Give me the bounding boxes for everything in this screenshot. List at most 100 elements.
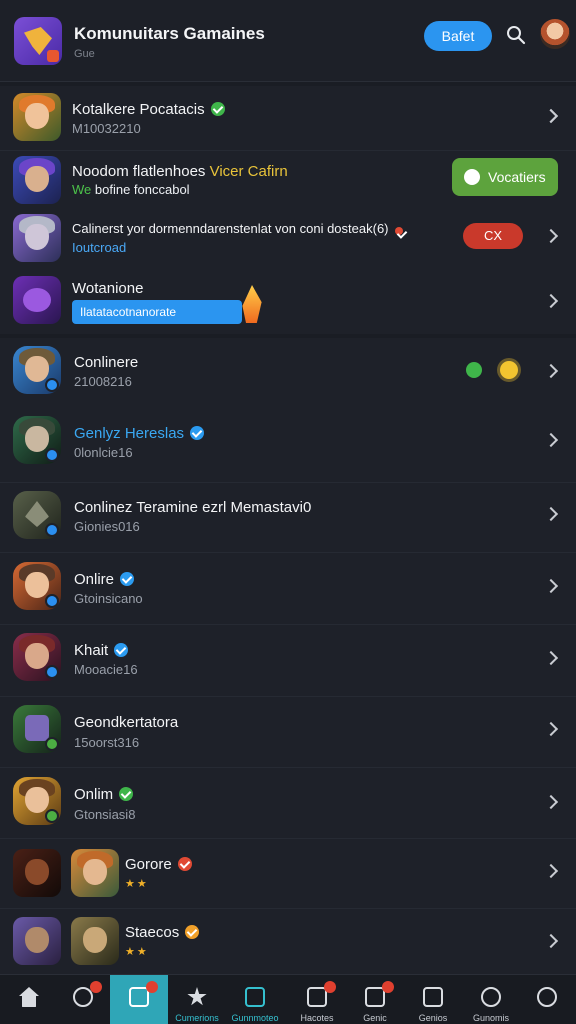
rating-stars: ★★: [125, 878, 149, 890]
list-item[interactable]: Conlinere 21008216: [0, 338, 576, 408]
nav-profile[interactable]: [518, 975, 576, 1024]
chevron-right-icon[interactable]: [543, 721, 559, 737]
nav-hacotes[interactable]: Hacotes: [288, 975, 346, 1024]
game-thumbnail: [13, 849, 61, 897]
nav-activity[interactable]: [54, 975, 112, 1024]
game-thumbnail: [13, 276, 61, 324]
game-thumbnail: [13, 346, 61, 394]
item-subtitle: Gionies016: [74, 519, 140, 534]
home-icon: [19, 987, 39, 1007]
game-thumbnail: [13, 491, 61, 539]
item-title: Staecos: [125, 924, 180, 941]
list-item[interactable]: Conlinez Teramine ezrl Memastavi0 Gionie…: [0, 482, 576, 550]
chevron-right-icon[interactable]: [543, 432, 559, 448]
status-icon: [177, 857, 192, 871]
game-thumbnail: [13, 93, 61, 141]
item-title: Conlinez Teramine ezrl Memastavi0: [74, 499, 312, 516]
list-item[interactable]: Onlire Gtoinsicano: [0, 552, 576, 622]
chevron-right-icon[interactable]: [543, 794, 559, 810]
clock-icon: [464, 169, 480, 185]
item-title: Calinerst yor dormenndarenstenlat von co…: [72, 221, 389, 236]
game-thumbnail: [13, 416, 61, 464]
nav-genios[interactable]: Genios: [404, 975, 462, 1024]
chart-icon: [245, 987, 265, 1007]
item-title: Kotalkere Pocatacis: [72, 101, 205, 118]
verified-icon: [190, 426, 205, 440]
verified-icon: [114, 643, 129, 657]
item-subtitle: M10032210: [72, 121, 141, 136]
game-thumbnail: [13, 156, 61, 204]
user-icon: [537, 987, 557, 1007]
notification-badge: [324, 981, 336, 993]
item-title: Wotanione: [72, 280, 144, 297]
alert-icon: [394, 227, 403, 235]
sun-icon: [500, 361, 518, 379]
button-label: Vocatiers: [488, 169, 546, 185]
chevron-right-icon[interactable]: [543, 578, 559, 594]
item-title: Gorore: [125, 856, 172, 873]
game-thumbnail: [13, 917, 61, 965]
status-online-icon: [466, 362, 482, 378]
page-subtitle: Gue: [74, 48, 95, 60]
star-icon: [187, 987, 207, 1006]
verified-icon: [120, 572, 135, 586]
notification-badge: [146, 981, 158, 993]
avatar[interactable]: [540, 19, 570, 49]
chevron-right-icon[interactable]: [543, 863, 559, 879]
chevron-right-icon[interactable]: [543, 363, 559, 379]
nav-cumerions[interactable]: Cumerions: [168, 975, 226, 1024]
item-title: Onlire: [74, 571, 115, 588]
game-thumbnail: [13, 777, 61, 825]
game-thumbnail: [13, 633, 61, 681]
item-subtitle: Gtoinsicano: [74, 591, 143, 606]
bottom-navigation: Cumerions Gunnmoteo Hacotes Genic Genios…: [0, 974, 576, 1024]
list-item[interactable]: Kotalkere Pocatacis M10032210: [0, 88, 576, 148]
search-icon[interactable]: [506, 25, 526, 45]
game-thumbnail: [13, 214, 61, 262]
item-title: Genlyz Hereslas: [74, 425, 185, 442]
info-pill[interactable]: Ilatatacotnanorate: [72, 300, 242, 324]
game-thumbnail: [71, 917, 119, 965]
item-subtitle: 21008216: [74, 374, 132, 389]
nav-gunomis[interactable]: Gunomis: [462, 975, 520, 1024]
list-item[interactable]: Onlim Gtonsiasi8: [0, 767, 576, 837]
nav-games[interactable]: [110, 975, 168, 1024]
nav-gunnmoteo[interactable]: Gunnmoteo: [226, 975, 284, 1024]
item-subtitle: Mooacie16: [74, 662, 138, 677]
chevron-right-icon[interactable]: [543, 506, 559, 522]
game-thumbnail: [71, 849, 119, 897]
item-title: Onlim: [74, 786, 114, 803]
game-thumbnail: [13, 705, 61, 753]
notification-badge: [90, 981, 102, 993]
cx-button[interactable]: CX: [463, 223, 523, 249]
item-subtitle: bofine fonccabol: [94, 182, 190, 197]
game-thumbnail: [13, 562, 61, 610]
dashboard-icon: [481, 987, 501, 1007]
header-action-button[interactable]: Bafet: [424, 21, 492, 51]
list-item[interactable]: Geondkertatora 15oorst316: [0, 696, 576, 766]
notification-badge: [382, 981, 394, 993]
item-subtitle: 0lonlcie16: [74, 445, 133, 460]
app-header: Komunuitars Gamaines Gue Bafet: [0, 0, 576, 82]
chevron-right-icon[interactable]: [543, 650, 559, 666]
nav-home[interactable]: [0, 975, 58, 1024]
verified-icon: [119, 787, 134, 801]
nav-genic[interactable]: Genic: [346, 975, 404, 1024]
item-title: Geondkertatora: [74, 714, 179, 731]
item-tag: We: [72, 182, 92, 197]
vocatiers-button[interactable]: Vocatiers: [452, 158, 558, 196]
list-item[interactable]: Staecos ★★: [0, 908, 576, 974]
list-item[interactable]: Genlyz Hereslas 0lonlcie16: [0, 408, 576, 478]
search-doc-icon: [423, 987, 443, 1007]
item-title-highlight: Vicer Cafirn: [209, 163, 288, 180]
item-title: Conlinere: [74, 354, 139, 371]
chevron-right-icon[interactable]: [543, 933, 559, 949]
verified-icon: [210, 102, 225, 116]
list-item[interactable]: Khait Mooacie16: [0, 624, 576, 694]
item-subtitle: Ioutcroad: [72, 240, 127, 255]
app-logo: [14, 17, 62, 65]
list-item[interactable]: Gorore ★★: [0, 838, 576, 906]
item-subtitle: 15oorst316: [74, 735, 140, 750]
status-icon: [185, 925, 200, 939]
item-title: Khait: [74, 642, 109, 659]
